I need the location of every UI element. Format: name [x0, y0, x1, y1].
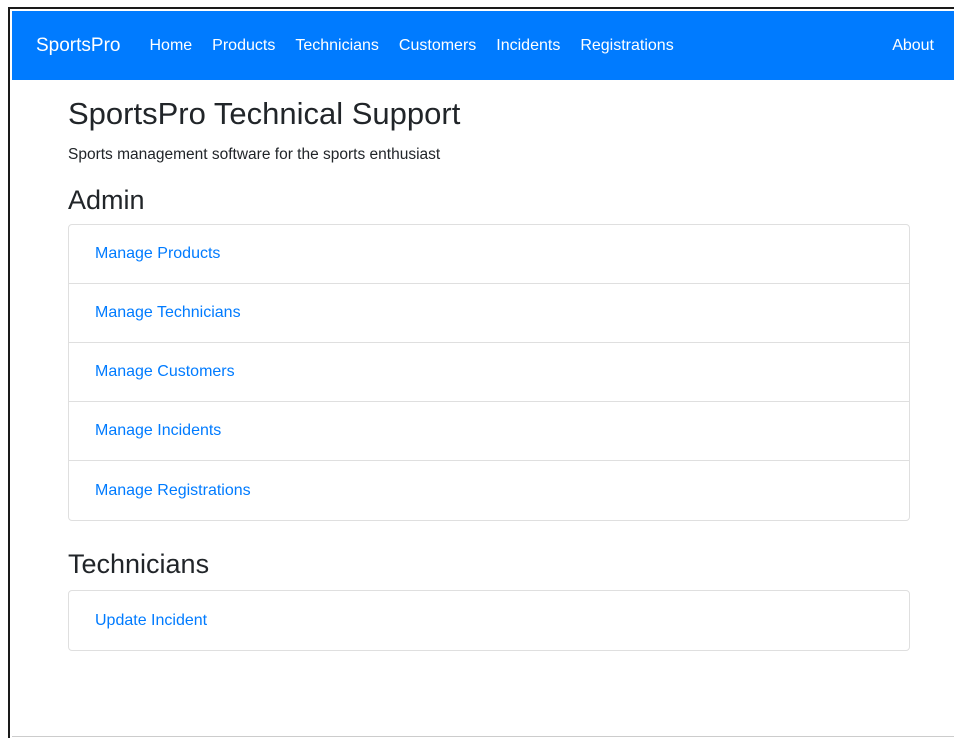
page-tagline: Sports management software for the sport…	[68, 146, 441, 163]
list-item: Manage Incidents	[69, 402, 909, 461]
manage-customers-link[interactable]: Manage Customers	[95, 363, 235, 381]
manage-registrations-link[interactable]: Manage Registrations	[95, 482, 251, 500]
manage-technicians-link[interactable]: Manage Technicians	[95, 304, 241, 322]
list-item: Update Incident	[69, 591, 909, 650]
manage-products-link[interactable]: Manage Products	[95, 245, 220, 263]
technicians-link-list: Update Incident	[68, 590, 910, 651]
nav-link-registrations[interactable]: Registrations	[580, 37, 673, 55]
nav-link-technicians[interactable]: Technicians	[295, 37, 379, 55]
page-title: SportsPro Technical Support	[68, 96, 461, 131]
brand-link[interactable]: SportsPro	[36, 35, 120, 57]
viewport-bottom-divider	[12, 736, 954, 737]
technicians-heading: Technicians	[68, 549, 210, 579]
nav-link-home[interactable]: Home	[149, 37, 192, 55]
list-item: Manage Technicians	[69, 284, 909, 343]
manage-incidents-link[interactable]: Manage Incidents	[95, 422, 221, 440]
nav-link-incidents[interactable]: Incidents	[496, 37, 560, 55]
top-navbar: SportsPro Home Products Technicians Cust…	[12, 11, 954, 80]
update-incident-link[interactable]: Update Incident	[95, 612, 207, 630]
browser-viewport: SportsPro Home Products Technicians Cust…	[8, 7, 954, 738]
admin-heading: Admin	[68, 185, 145, 215]
list-item: Manage Products	[69, 225, 909, 284]
nav-link-about[interactable]: About	[892, 37, 934, 55]
nav-link-customers[interactable]: Customers	[399, 37, 476, 55]
main-content: SportsPro Technical Support Sports manag…	[68, 94, 910, 651]
list-item: Manage Customers	[69, 343, 909, 402]
nav-links: Home Products Technicians Customers Inci…	[149, 37, 693, 55]
nav-link-products[interactable]: Products	[212, 37, 275, 55]
list-item: Manage Registrations	[69, 461, 909, 520]
admin-link-list: Manage Products Manage Technicians Manag…	[68, 224, 910, 521]
